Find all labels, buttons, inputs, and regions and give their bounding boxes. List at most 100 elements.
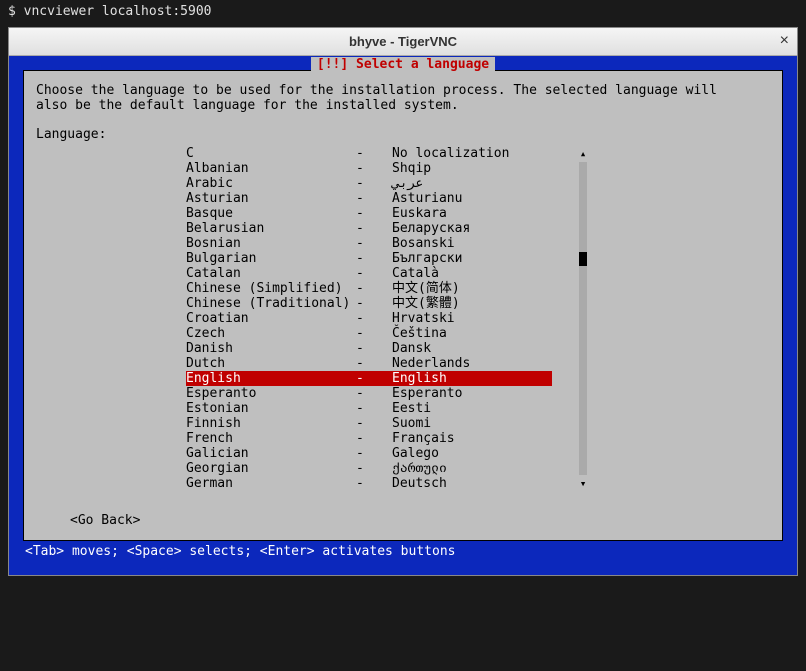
language-option[interactable]: Esperanto- Esperanto [186, 386, 552, 401]
language-option[interactable]: Belarusian- Беларуская [186, 221, 552, 236]
separator: - [356, 341, 392, 356]
language-name: Basque [186, 206, 356, 221]
language-option[interactable]: Croatian- Hrvatski [186, 311, 552, 326]
scroll-track[interactable] [579, 162, 587, 475]
separator: - [356, 296, 392, 311]
language-option[interactable]: Asturian- Asturianu [186, 191, 552, 206]
terminal-command: $ vncviewer localhost:5900 [0, 0, 806, 23]
separator: - [356, 356, 392, 371]
language-native: Suomi [392, 416, 552, 431]
scroll-up-icon[interactable]: ▴ [580, 146, 587, 161]
language-name: Catalan [186, 266, 356, 281]
separator: - [356, 446, 392, 461]
separator: - [356, 176, 392, 191]
language-list[interactable]: C- No localizationAlbanian- ShqipArabic-… [186, 146, 552, 491]
instructions-text: Choose the language to be used for the i… [36, 83, 770, 113]
language-name: German [186, 476, 356, 491]
separator: - [356, 311, 392, 326]
language-native: 中文(繁體) [392, 296, 552, 311]
language-option[interactable]: Chinese (Simplified)- 中文(简体) [186, 281, 552, 296]
language-option[interactable]: Basque- Euskara [186, 206, 552, 221]
scroll-thumb[interactable] [579, 252, 587, 266]
separator: - [356, 146, 392, 161]
language-name: English [186, 371, 356, 386]
scroll-down-icon[interactable]: ▾ [580, 476, 587, 491]
language-option[interactable]: Albanian- Shqip [186, 161, 552, 176]
language-option[interactable]: Georgian- ქართული [186, 461, 552, 476]
language-native: Беларуская [392, 221, 552, 236]
language-name: Danish [186, 341, 356, 356]
language-name: Czech [186, 326, 356, 341]
separator: - [356, 206, 392, 221]
language-option[interactable]: Estonian- Eesti [186, 401, 552, 416]
language-option[interactable]: Arabic- عربي [186, 176, 552, 191]
language-option[interactable]: English- English [186, 371, 552, 386]
language-name: Chinese (Simplified) [186, 281, 356, 296]
language-native: Nederlands [392, 356, 552, 371]
separator: - [356, 416, 392, 431]
separator: - [356, 461, 392, 476]
language-native: Eesti [392, 401, 552, 416]
separator: - [356, 191, 392, 206]
installer-screen: [!!] Select a language Choose the langua… [9, 56, 797, 575]
dialog: [!!] Select a language Choose the langua… [23, 70, 783, 541]
language-native: Galego [392, 446, 552, 461]
language-native: No localization [392, 146, 552, 161]
language-label: Language: [36, 127, 770, 142]
language-name: Estonian [186, 401, 356, 416]
language-native: English [392, 371, 552, 386]
separator: - [356, 251, 392, 266]
language-option[interactable]: Chinese (Traditional)- 中文(繁體) [186, 296, 552, 311]
language-native: Euskara [392, 206, 552, 221]
language-native: Dansk [392, 341, 552, 356]
language-native: Asturianu [392, 191, 552, 206]
separator: - [356, 326, 392, 341]
language-name: Esperanto [186, 386, 356, 401]
language-option[interactable]: Catalan- Català [186, 266, 552, 281]
language-option[interactable]: Galician- Galego [186, 446, 552, 461]
language-name: Galician [186, 446, 356, 461]
language-name: Belarusian [186, 221, 356, 236]
dialog-title: [!!] Select a language [311, 57, 495, 72]
vnc-window: bhyve - TigerVNC × [!!] Select a languag… [8, 27, 798, 576]
language-native: Esperanto [392, 386, 552, 401]
separator: - [356, 386, 392, 401]
language-name: Finnish [186, 416, 356, 431]
language-option[interactable]: German- Deutsch [186, 476, 552, 491]
language-name: Albanian [186, 161, 356, 176]
language-option[interactable]: Bosnian- Bosanski [186, 236, 552, 251]
separator: - [356, 281, 392, 296]
language-option[interactable]: Dutch- Nederlands [186, 356, 552, 371]
language-name: Arabic [186, 176, 356, 191]
separator: - [356, 236, 392, 251]
language-option[interactable]: Danish- Dansk [186, 341, 552, 356]
language-option[interactable]: French- Français [186, 431, 552, 446]
scrollbar[interactable]: ▴ ▾ [576, 146, 590, 491]
language-name: Croatian [186, 311, 356, 326]
language-option[interactable]: Bulgarian- Български [186, 251, 552, 266]
language-native: Français [392, 431, 552, 446]
separator: - [356, 266, 392, 281]
language-name: Georgian [186, 461, 356, 476]
language-native: Shqip [392, 161, 552, 176]
language-name: Asturian [186, 191, 356, 206]
language-native: Čeština [392, 326, 552, 341]
go-back-button[interactable]: <Go Back> [36, 513, 770, 528]
language-native: ქართული [392, 461, 552, 476]
separator: - [356, 431, 392, 446]
language-native: Български [392, 251, 552, 266]
separator: - [356, 161, 392, 176]
language-native: 中文(简体) [392, 281, 552, 296]
separator: - [356, 221, 392, 236]
separator: - [356, 401, 392, 416]
close-icon[interactable]: × [780, 32, 789, 50]
titlebar[interactable]: bhyve - TigerVNC × [9, 28, 797, 56]
keybinding-hint: <Tab> moves; <Space> selects; <Enter> ac… [23, 541, 783, 561]
language-name: Chinese (Traditional) [186, 296, 356, 311]
language-option[interactable]: Finnish- Suomi [186, 416, 552, 431]
separator: - [356, 476, 392, 491]
language-option[interactable]: Czech- Čeština [186, 326, 552, 341]
language-name: French [186, 431, 356, 446]
language-native: Hrvatski [392, 311, 552, 326]
language-option[interactable]: C- No localization [186, 146, 552, 161]
